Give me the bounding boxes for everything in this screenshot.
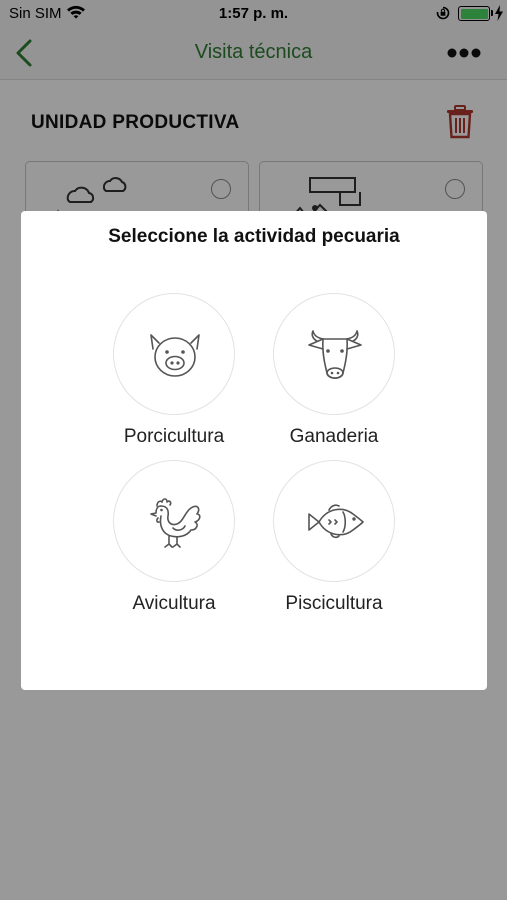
option-circle[interactable] (273, 293, 395, 415)
cow-icon (308, 330, 362, 380)
option-porcicultura[interactable]: Porcicultura (94, 293, 254, 463)
option-circle[interactable] (273, 460, 395, 582)
option-label: Piscicultura (285, 593, 383, 614)
option-circle[interactable] (113, 293, 235, 415)
pig-icon (150, 334, 200, 377)
modal-title: Seleccione la actividad pecuaria (108, 226, 400, 247)
option-ganaderia[interactable]: Ganaderia (254, 293, 414, 463)
activity-selection-modal: Seleccione la actividad pecuaria Porcicu… (21, 211, 487, 690)
option-label: Ganaderia (289, 426, 379, 447)
option-circle[interactable] (113, 460, 235, 582)
option-label: Porcicultura (123, 426, 225, 447)
rooster-icon (150, 498, 201, 548)
option-piscicultura[interactable]: Piscicultura (254, 460, 414, 630)
option-label: Avicultura (132, 593, 216, 614)
option-avicultura[interactable]: Avicultura (94, 460, 254, 630)
fish-icon (308, 504, 364, 539)
